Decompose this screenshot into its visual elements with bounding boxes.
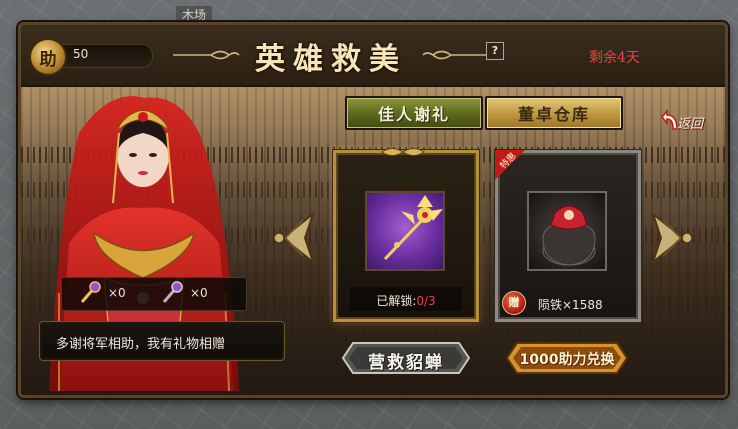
help-question-icon[interactable]: ? (486, 42, 504, 60)
silver-scepter-icon (162, 281, 183, 303)
red-jar-icon (542, 205, 596, 266)
heroine-dialog: 多谢将军相助，我有礼物相赠 (39, 321, 285, 361)
rescue-button-label: 营救貂蝉 (368, 353, 444, 373)
title-ornament-right-icon (422, 50, 489, 60)
title-area: 英雄救美 (171, 30, 491, 80)
help-count: 50 (73, 47, 89, 61)
event-window: 助 50 英雄救美 ? 剩余4天 ×0 ×0 多谢将军相助，我有礼物相赠 佳人谢… (18, 22, 728, 398)
unlock-progress: 0/3 (416, 294, 436, 308)
item-slot (365, 191, 445, 271)
held-items-panel: ×0 ×0 (61, 277, 247, 311)
gold-scepter-icon (80, 281, 101, 303)
unlock-status: 已解锁:0/3 (336, 292, 476, 309)
item-slot (527, 191, 607, 271)
header-bar: 助 50 英雄救美 ? 剩余4天 (21, 25, 725, 87)
exchange-button[interactable]: 1000助力兑换 (505, 341, 629, 375)
days-left-label: 剩余4天 (589, 50, 640, 66)
silver-scepter-count: ×0 (190, 286, 208, 300)
reward-card-jar[interactable]: 特惠 赠 陨铁×1588 (495, 150, 641, 322)
rescue-button[interactable]: 营救貂蝉 (341, 341, 471, 375)
gold-scepter-count: ×0 (108, 286, 126, 300)
back-label: 返回 (677, 117, 704, 132)
unlock-label: 已解锁: (376, 294, 417, 308)
card-ornament-icon (381, 148, 425, 156)
dialog-text: 多谢将军相助，我有礼物相赠 (56, 337, 226, 352)
tab-dongzhuo-warehouse[interactable]: 董卓仓库 (485, 96, 623, 130)
prev-arrow-icon[interactable] (271, 210, 319, 266)
tab-beauty-gifts[interactable]: 佳人谢礼 (345, 96, 483, 130)
gift-badge-icon: 赠 (502, 291, 526, 315)
help-badge-icon: 助 (29, 38, 67, 76)
gift-reward-text: 陨铁×1588 (538, 298, 603, 312)
back-button[interactable]: 返回 (661, 107, 717, 135)
golden-hairpin-icon (383, 195, 443, 261)
reward-card-hairpin[interactable]: 已解锁:0/3 (333, 148, 479, 322)
exchange-button-label: 1000助力兑换 (519, 352, 615, 368)
map-location-tag: 木场 (176, 6, 213, 23)
next-arrow-icon[interactable] (647, 210, 695, 266)
